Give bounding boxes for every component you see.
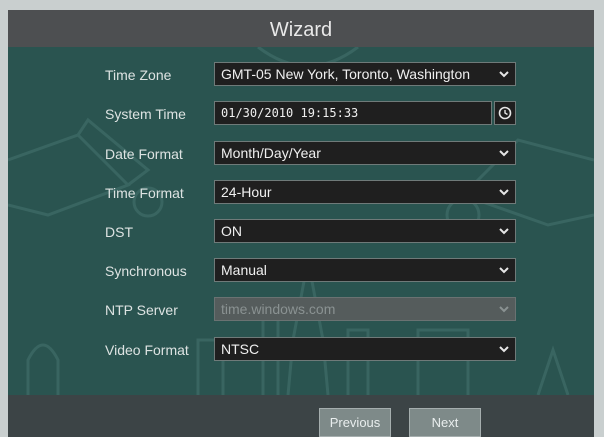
- synchronous-value: Manual: [221, 262, 267, 278]
- synchronous-select[interactable]: Manual: [214, 258, 516, 282]
- clock-icon: [498, 106, 512, 120]
- dst-value: ON: [221, 223, 242, 239]
- next-button[interactable]: Next: [409, 408, 481, 437]
- ntp-server-label: NTP Server: [105, 302, 178, 318]
- chevron-down-icon: [499, 267, 509, 274]
- system-time-label: System Time: [105, 106, 186, 122]
- dst-select[interactable]: ON: [214, 219, 516, 243]
- chevron-down-icon: [499, 346, 509, 353]
- chevron-down-icon: [499, 189, 509, 196]
- ntp-server-select[interactable]: time.windows.com: [214, 297, 516, 321]
- time-format-label: Time Format: [105, 185, 184, 201]
- synchronous-label: Synchronous: [105, 263, 187, 279]
- date-format-value: Month/Day/Year: [221, 145, 321, 161]
- clock-button[interactable]: [494, 101, 516, 125]
- chevron-down-icon: [499, 150, 509, 157]
- chevron-down-icon: [499, 228, 509, 235]
- time-zone-value: GMT-05 New York, Toronto, Washington: [221, 66, 471, 82]
- ntp-server-value: time.windows.com: [221, 301, 336, 317]
- chevron-down-icon: [499, 71, 509, 78]
- time-format-value: 24-Hour: [221, 184, 272, 200]
- time-format-select[interactable]: 24-Hour: [214, 180, 516, 204]
- time-zone-select[interactable]: GMT-05 New York, Toronto, Washington: [214, 62, 516, 86]
- chevron-down-icon: [499, 306, 509, 313]
- dialog-title: Wizard: [269, 19, 333, 41]
- date-format-select[interactable]: Month/Day/Year: [214, 141, 516, 165]
- time-zone-label: Time Zone: [105, 67, 172, 83]
- footer-bar: [8, 395, 594, 437]
- video-format-value: NTSC: [221, 341, 260, 357]
- wizard-dialog: Wizard Time Zone GMT-05 New York, Toront…: [8, 10, 594, 437]
- video-format-select[interactable]: NTSC: [214, 337, 516, 361]
- dst-label: DST: [105, 224, 133, 240]
- date-format-label: Date Format: [105, 146, 183, 162]
- video-format-label: Video Format: [105, 342, 189, 358]
- system-time-input[interactable]: 01/30/2010 19:15:33: [214, 101, 492, 125]
- previous-button[interactable]: Previous: [319, 408, 391, 437]
